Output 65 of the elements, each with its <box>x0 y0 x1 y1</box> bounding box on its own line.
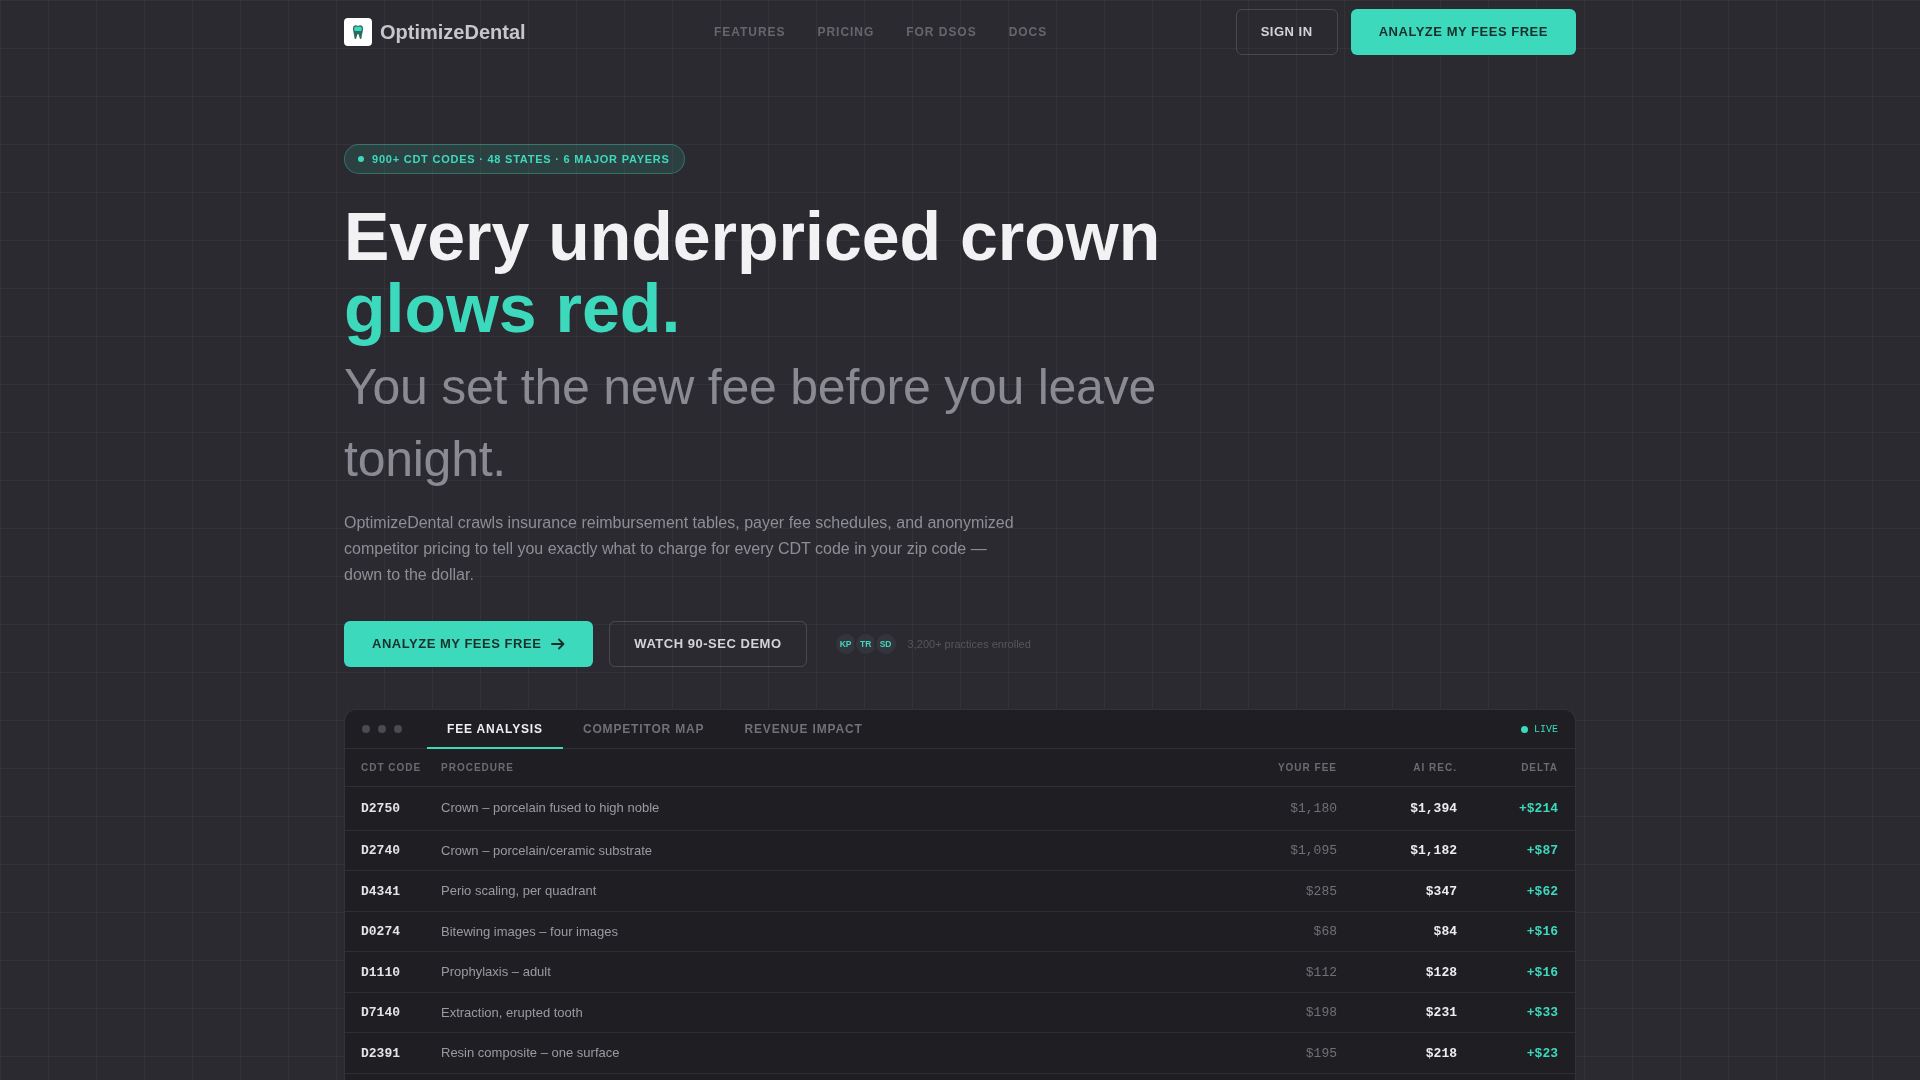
recommended-fee: $128 <box>1425 964 1457 980</box>
column-header: PROCEDURE <box>441 761 514 773</box>
status-dot-icon <box>1521 725 1528 733</box>
avatar: TR <box>853 632 878 656</box>
procedure-name: Bitewing images – four images <box>441 923 619 939</box>
recommended-fee: $1,394 <box>1410 800 1457 816</box>
current-fee: $1,180 <box>1290 800 1337 816</box>
nav-link[interactable]: PRICING <box>817 23 875 41</box>
dot-icon <box>358 156 364 162</box>
fee-delta: +$16 <box>1526 924 1558 939</box>
current-fee: $1,095 <box>1290 843 1337 858</box>
nav-link[interactable]: FEATURES <box>714 23 786 41</box>
hero-description: OptimizeDental crawls insurance reimbursement tables, payer fee schedules, and anonymized competitor pricing to tell you exactly what to charge for every CDT code in your zip code — down to the dollar. <box>344 513 1015 585</box>
subheadline: You set the new fee before you leave tonight. <box>344 358 1157 489</box>
fee-delta: +$33 <box>1526 1005 1558 1020</box>
cdt-code: D4341 <box>361 883 400 899</box>
fee-delta: +$62 <box>1526 883 1558 899</box>
cdt-code: D2740 <box>361 843 400 858</box>
arrow-right-icon <box>551 638 566 650</box>
sign-in-button[interactable]: SIGN IN <box>1235 9 1338 55</box>
current-fee: $195 <box>1305 1045 1337 1061</box>
current-fee: $112 <box>1305 964 1337 980</box>
current-fee: $198 <box>1305 1005 1337 1020</box>
recommended-fee: $218 <box>1425 1045 1457 1061</box>
column-header: YOUR FEE <box>1277 761 1337 773</box>
analyze-fees-button[interactable]: ANALYZE MY FEES FREE <box>1350 9 1576 55</box>
recommended-fee: $1,182 <box>1410 843 1457 858</box>
cdt-code: D2750 <box>361 800 400 816</box>
recommended-fee: $347 <box>1425 883 1457 899</box>
current-fee: $68 <box>1313 924 1337 939</box>
current-fee: $285 <box>1305 883 1337 899</box>
headline: Every underpriced crown <box>344 200 1162 272</box>
tab[interactable]: REVENUE IMPACT <box>724 710 883 749</box>
coverage-stats-text: 900+ CDT CODES · 48 STATES · 6 MAJOR PAYERS <box>372 151 670 167</box>
column-header: CDT CODE <box>361 761 422 773</box>
procedure-name: Crown – porcelain fused to high noble <box>441 800 660 816</box>
live-status: LIVE <box>1534 722 1558 737</box>
fee-delta: +$214 <box>1519 800 1558 816</box>
analyze-fees-button[interactable]: ANALYZE MY FEES FREE <box>344 621 594 667</box>
brand-name: OptimizeDental <box>380 20 526 45</box>
avatar: SD <box>873 632 898 656</box>
avatar: KP <box>833 632 858 656</box>
procedure-name: Extraction, erupted tooth <box>441 1004 583 1020</box>
procedure-name: Crown – porcelain/ceramic substrate <box>441 842 652 858</box>
cdt-code: D1110 <box>361 964 400 980</box>
tab[interactable]: FEE ANALYSIS <box>427 710 563 749</box>
watch-demo-button[interactable]: WATCH 90-SEC DEMO <box>609 621 807 667</box>
cdt-code: D7140 <box>361 1005 400 1020</box>
nav-link[interactable]: DOCS <box>1008 23 1048 41</box>
column-header: AI REC. <box>1413 761 1457 773</box>
cdt-code: D2391 <box>361 1045 400 1061</box>
procedure-name: Prophylaxis – adult <box>441 964 551 979</box>
tab[interactable]: COMPETITOR MAP <box>562 710 725 749</box>
cdt-code: D0274 <box>361 924 400 939</box>
recommended-fee: $231 <box>1425 1005 1457 1020</box>
tooth-logo-icon <box>344 18 372 46</box>
procedure-name: Resin composite – one surface <box>441 1045 620 1060</box>
window-dots-icon <box>362 725 402 733</box>
column-header: DELTA <box>1521 761 1558 773</box>
fee-delta: +$23 <box>1526 1045 1558 1061</box>
fee-delta: +$16 <box>1526 964 1558 980</box>
recommended-fee: $84 <box>1433 924 1457 939</box>
fee-delta: +$87 <box>1526 843 1558 858</box>
procedure-name: Perio scaling, per quadrant <box>441 883 597 898</box>
nav-link[interactable]: FOR DSOS <box>906 23 977 41</box>
